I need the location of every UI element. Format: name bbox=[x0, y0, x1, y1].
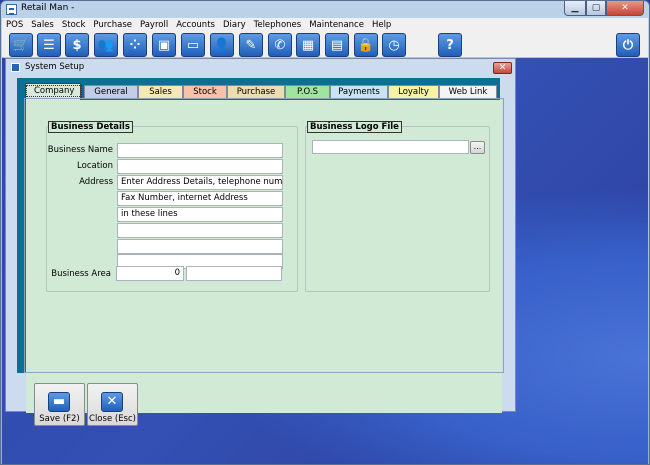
menu-stock[interactable]: Stock bbox=[58, 20, 90, 30]
address-line-2[interactable]: Fax Number, internet Address bbox=[117, 191, 283, 206]
close-icon: ✕ bbox=[621, 3, 629, 13]
menu-pos[interactable]: POS bbox=[2, 20, 27, 30]
location-field[interactable] bbox=[117, 159, 283, 174]
address-line-4[interactable] bbox=[117, 223, 283, 238]
lock-icon: 🔒 bbox=[357, 37, 375, 53]
minimize-icon: ▁ bbox=[571, 3, 579, 13]
calculator-icon: ▤ bbox=[330, 37, 344, 53]
help-icon: ? bbox=[446, 37, 454, 53]
business-logo-label: Business Logo File bbox=[307, 121, 402, 133]
close-icon: ✕ bbox=[101, 392, 123, 412]
sales-button[interactable]: ☰ bbox=[37, 33, 61, 57]
tab-loyalty[interactable]: Loyalty bbox=[388, 85, 439, 99]
user-button[interactable]: 👤 bbox=[210, 33, 234, 57]
maximize-icon: ▢ bbox=[591, 3, 601, 13]
grid-icon: ⁘ bbox=[129, 37, 141, 53]
close-icon: ✕ bbox=[498, 63, 507, 73]
dialog-icon bbox=[11, 63, 20, 72]
pos-button[interactable]: 🛒 bbox=[9, 33, 33, 57]
menu-diary[interactable]: Diary bbox=[219, 20, 250, 30]
title-bar: Retail Man - ▁ ▢ ✕ bbox=[1, 1, 649, 18]
toolbar: 🛒 ☰ $ 👥 ⁘ ▣ ▭ 👤 ✎ ✆ ▦ ▤ 🔒 ◷ ? ⏻ bbox=[2, 32, 648, 58]
dollar-icon: $ bbox=[72, 37, 82, 53]
tab-pos[interactable]: P.O.S bbox=[285, 85, 330, 99]
help-button[interactable]: ? bbox=[438, 33, 462, 57]
phone-icon: ✆ bbox=[274, 37, 286, 53]
business-area-number-field[interactable]: 0 bbox=[116, 266, 184, 281]
cart-icon: 🛒 bbox=[12, 37, 30, 53]
business-name-label: Business Name bbox=[47, 145, 113, 155]
telephones-button[interactable]: ✆ bbox=[268, 33, 292, 57]
location-label: Location bbox=[77, 161, 113, 171]
window-title: Retail Man - bbox=[21, 3, 75, 13]
stock-button[interactable]: ▣ bbox=[152, 33, 176, 57]
address-line-3[interactable]: in these lines bbox=[117, 207, 283, 222]
users-icon: 👥 bbox=[97, 37, 115, 53]
business-area-text-field[interactable] bbox=[186, 266, 282, 281]
dialog-title-bar: System Setup ✕ bbox=[6, 59, 515, 76]
menu-help[interactable]: Help bbox=[368, 20, 395, 30]
power-icon: ⏻ bbox=[622, 37, 634, 53]
company-tab-content: Business Details Business Name Location … bbox=[26, 100, 502, 413]
business-details-label: Business Details bbox=[48, 121, 133, 133]
app-icon bbox=[6, 4, 17, 15]
dialog-title: System Setup bbox=[25, 62, 85, 72]
clock-icon: ◷ bbox=[388, 37, 400, 53]
card-icon: ▭ bbox=[186, 37, 200, 53]
document-icon: ☰ bbox=[43, 37, 55, 53]
diary-button[interactable]: ✎ bbox=[239, 33, 263, 57]
close-window-button[interactable]: ✕ bbox=[606, 1, 644, 16]
user-icon: 👤 bbox=[213, 37, 231, 53]
minimize-button[interactable]: ▁ bbox=[564, 1, 586, 16]
card-icon: ▬ bbox=[48, 392, 70, 412]
clock-button[interactable]: ◷ bbox=[382, 33, 406, 57]
dialog-close-button[interactable]: ✕ bbox=[493, 62, 512, 74]
menu-maintenance[interactable]: Maintenance bbox=[305, 20, 368, 30]
lock-button[interactable]: 🔒 bbox=[354, 33, 378, 57]
address-line-5[interactable] bbox=[117, 239, 283, 254]
calculator-button[interactable]: ▤ bbox=[325, 33, 349, 57]
address-label: Address bbox=[79, 177, 113, 187]
menu-telephones[interactable]: Telephones bbox=[250, 20, 306, 30]
stock-grid-button[interactable]: ⁘ bbox=[123, 33, 147, 57]
tab-web-link[interactable]: Web Link bbox=[439, 85, 497, 99]
menu-sales[interactable]: Sales bbox=[27, 20, 58, 30]
exit-button[interactable]: ⏻ bbox=[616, 33, 640, 57]
business-name-field[interactable] bbox=[117, 143, 283, 158]
tab-payments[interactable]: Payments bbox=[330, 85, 388, 99]
tab-stock[interactable]: Stock bbox=[183, 85, 227, 99]
logo-file-field[interactable] bbox=[312, 140, 469, 154]
menu-payroll[interactable]: Payroll bbox=[136, 20, 172, 30]
save-button[interactable]: ▬ Save (F2) bbox=[34, 383, 85, 426]
tab-company[interactable]: Company bbox=[25, 83, 83, 100]
close-dialog-button-label: Close (Esc) bbox=[89, 414, 136, 424]
business-area-label: Business Area bbox=[51, 269, 111, 279]
reports-button[interactable]: ▦ bbox=[296, 33, 320, 57]
close-dialog-button[interactable]: ✕ Close (Esc) bbox=[87, 383, 138, 426]
menu-purchase[interactable]: Purchase bbox=[89, 20, 136, 30]
tab-company-label: Company bbox=[26, 85, 83, 97]
save-button-label: Save (F2) bbox=[39, 414, 80, 424]
maximize-button[interactable]: ▢ bbox=[586, 1, 606, 16]
menu-bar: POS Sales Stock Purchase Payroll Account… bbox=[2, 18, 648, 32]
payments-button[interactable]: ▭ bbox=[181, 33, 205, 57]
menu-accounts[interactable]: Accounts bbox=[172, 20, 219, 30]
logo-browse-button[interactable]: ... bbox=[470, 141, 485, 154]
tab-purchase[interactable]: Purchase bbox=[227, 85, 285, 99]
tab-general[interactable]: General bbox=[84, 85, 138, 99]
table-icon: ▦ bbox=[301, 37, 315, 53]
tab-sales[interactable]: Sales bbox=[138, 85, 183, 99]
accounts-button[interactable]: $ bbox=[65, 33, 89, 57]
address-line-1[interactable]: Enter Address Details, telephone number, bbox=[117, 175, 283, 190]
system-setup-dialog: System Setup ✕ Company General Sales Sto… bbox=[5, 58, 516, 426]
box-icon: ▣ bbox=[157, 37, 171, 53]
customers-button[interactable]: 👥 bbox=[94, 33, 118, 57]
edit-icon: ✎ bbox=[245, 37, 257, 53]
